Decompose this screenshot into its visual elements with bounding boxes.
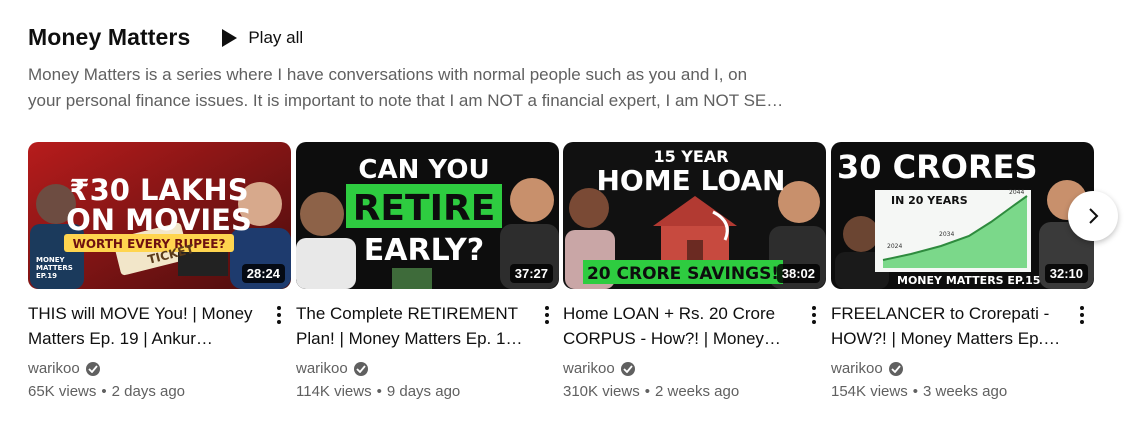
thumb-inset: IN 20 YEARS — [891, 194, 968, 207]
thumb-year: 2024 — [887, 243, 902, 250]
channel-name[interactable]: warikoo — [28, 360, 80, 377]
video-title[interactable]: THIS will MOVE You! | Money Matters Ep. … — [28, 301, 259, 351]
video-card[interactable]: 15 YEAR HOME LOAN 20 CRORE SAVINGS! 38:0… — [563, 142, 826, 400]
video-stats: 154K views • 3 weeks ago — [831, 383, 1008, 400]
video-card[interactable]: IN 20 YEARS 2024 2034 2044 30 CRORES MON… — [831, 142, 1094, 400]
channel-row: warikoo — [563, 360, 794, 377]
verified-check-icon — [353, 361, 368, 376]
view-count: 310K views — [563, 383, 640, 400]
thumb-headline: CAN YOU — [358, 155, 489, 185]
thumb-headline: ON MOVIES — [66, 203, 252, 237]
upload-age: 9 days ago — [386, 383, 461, 400]
video-title-line: Home LOAN + Rs. 20 Crore — [563, 304, 776, 323]
thumb-headline: EARLY? — [364, 233, 484, 268]
channel-row: warikoo — [831, 360, 1062, 377]
thumb-tag: WORTH EVERY RUPEE? — [73, 237, 226, 251]
thumb-banner: 20 CRORE SAVINGS! — [587, 264, 779, 284]
video-thumbnail[interactable]: ₹30 LAKHS ON MOVIES WORTH EVERY RUPEE? T… — [28, 142, 291, 289]
verified-check-icon — [620, 361, 635, 376]
video-stats: 65K views • 2 days ago — [28, 383, 186, 400]
duration-badge: 38:02 — [776, 264, 820, 283]
thumb-year: 2034 — [939, 231, 954, 238]
thumb-headline: 30 CRORES — [837, 148, 1038, 186]
view-count: 114K views — [296, 383, 372, 400]
duration-badge: 28:24 — [241, 264, 285, 283]
shelf-header: Money Matters Play all — [28, 24, 303, 51]
upload-age: 3 weeks ago — [922, 383, 1008, 400]
more-vert-icon[interactable] — [1074, 303, 1090, 327]
thumb-headline: ₹30 LAKHS — [69, 173, 248, 207]
view-count: 65K views — [28, 383, 97, 400]
view-count: 154K views — [831, 383, 908, 400]
verified-check-icon — [888, 361, 903, 376]
thumb-headline: RETIRE — [353, 188, 496, 229]
video-title[interactable]: FREELANCER to Crorepati - HOW?! | Money … — [831, 301, 1062, 351]
video-meta: THIS will MOVE You! | Money Matters Ep. … — [28, 301, 291, 400]
duration-badge: 32:10 — [1044, 264, 1088, 283]
video-title-line: Matters Ep. 19 | Ankur… — [28, 329, 213, 348]
video-meta: The Complete RETIREMENT Plan! | Money Ma… — [296, 301, 559, 400]
thumb-year: 2044 — [1009, 189, 1024, 196]
upload-age: 2 weeks ago — [654, 383, 740, 400]
video-title-line: FREELANCER to Crorepati - — [831, 304, 1050, 323]
thumb-headline: HOME LOAN — [597, 164, 786, 197]
thumb-badge: MONEY — [36, 256, 66, 264]
thumb-banner: MONEY MATTERS EP.15 — [897, 274, 1040, 287]
video-title-line: CORPUS - How?! | Money… — [563, 329, 781, 348]
video-title-line: HOW?! | Money Matters Ep.… — [831, 329, 1061, 348]
duration-badge: 37:27 — [509, 264, 553, 283]
shelf-description: Money Matters is a series where I have c… — [28, 62, 798, 114]
video-stats: 310K views • 2 weeks ago — [563, 383, 740, 400]
video-card[interactable]: ₹30 LAKHS ON MOVIES WORTH EVERY RUPEE? T… — [28, 142, 291, 400]
video-title[interactable]: The Complete RETIREMENT Plan! | Money Ma… — [296, 301, 527, 351]
video-thumbnail[interactable]: 15 YEAR HOME LOAN 20 CRORE SAVINGS! 38:0… — [563, 142, 826, 289]
verified-check-icon — [85, 361, 100, 376]
video-meta: FREELANCER to Crorepati - HOW?! | Money … — [831, 301, 1094, 400]
channel-row: warikoo — [296, 360, 527, 377]
more-vert-icon[interactable] — [539, 303, 555, 327]
video-stats: 114K views • 9 days ago — [296, 383, 461, 400]
video-meta: Home LOAN + Rs. 20 Crore CORPUS - How?! … — [563, 301, 826, 400]
video-thumbnail[interactable]: IN 20 YEARS 2024 2034 2044 30 CRORES MON… — [831, 142, 1094, 289]
play-all-label: Play all — [248, 27, 304, 47]
channel-row: warikoo — [28, 360, 259, 377]
video-title-line: THIS will MOVE You! | Money — [28, 304, 253, 323]
video-title[interactable]: Home LOAN + Rs. 20 Crore CORPUS - How?! … — [563, 301, 794, 351]
thumb-badge: MATTERS — [36, 264, 73, 272]
play-icon — [222, 28, 238, 47]
shelf-next-button[interactable] — [1068, 191, 1118, 241]
video-title-line: Plan! | Money Matters Ep. 1… — [296, 329, 523, 348]
video-title-line: The Complete RETIREMENT — [296, 304, 518, 323]
more-vert-icon[interactable] — [271, 303, 287, 327]
chevron-right-icon — [1089, 208, 1099, 224]
shelf-title[interactable]: Money Matters — [28, 24, 190, 51]
thumb-badge: EP.19 — [36, 272, 57, 280]
video-thumbnail[interactable]: CAN YOU RETIRE EARLY? 37:27 — [296, 142, 559, 289]
channel-name[interactable]: warikoo — [563, 360, 615, 377]
video-card[interactable]: CAN YOU RETIRE EARLY? 37:27 The Complete… — [296, 142, 559, 400]
description-line: your personal finance issues. It is impo… — [28, 91, 784, 110]
play-all-button[interactable]: Play all — [220, 28, 303, 48]
description-line: Money Matters is a series where I have c… — [28, 65, 748, 84]
channel-name[interactable]: warikoo — [296, 360, 348, 377]
more-vert-icon[interactable] — [806, 303, 822, 327]
upload-age: 2 days ago — [111, 383, 186, 400]
channel-name[interactable]: warikoo — [831, 360, 883, 377]
video-row: ₹30 LAKHS ON MOVIES WORTH EVERY RUPEE? T… — [28, 142, 1108, 412]
